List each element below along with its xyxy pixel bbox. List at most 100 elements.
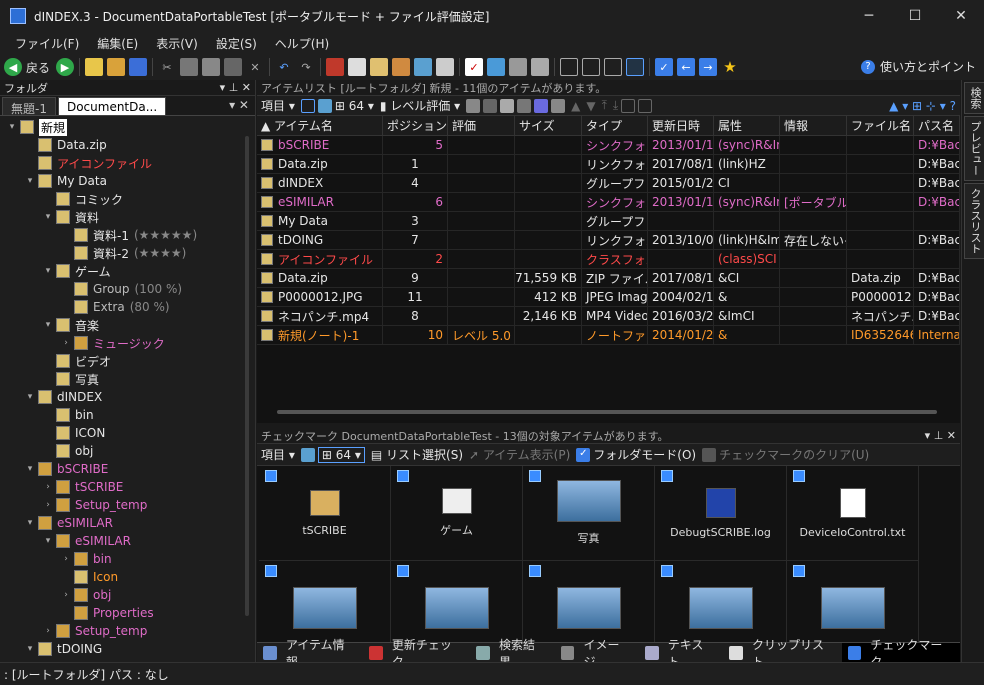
item-show-button[interactable]: ➚ アイテム表示(P) bbox=[469, 446, 570, 463]
tree-node[interactable]: › Setup_temp bbox=[0, 622, 255, 640]
prev-page-icon[interactable] bbox=[621, 98, 636, 113]
move-down-icon[interactable]: ▼ bbox=[586, 99, 595, 113]
move-top-icon[interactable]: ⤒ bbox=[602, 98, 607, 113]
note-icon[interactable] bbox=[348, 58, 367, 76]
tree-node[interactable]: 資料-2 (★★★★) bbox=[0, 244, 255, 262]
column-header[interactable]: ファイル名 bbox=[847, 116, 914, 135]
column-header[interactable]: タイプ bbox=[582, 116, 648, 135]
tree-node[interactable]: 資料-1 (★★★★★) bbox=[0, 226, 255, 244]
tree-node[interactable]: ICON bbox=[0, 424, 255, 442]
tree-node[interactable]: obj bbox=[0, 442, 255, 460]
next-page-icon[interactable] bbox=[638, 98, 653, 113]
tree-node[interactable]: Properties bbox=[0, 604, 255, 622]
tree-node[interactable]: Data.zip bbox=[0, 136, 255, 154]
tree-node[interactable]: 写真 bbox=[0, 370, 255, 388]
table-row[interactable]: eSIMILAR 6 シンクフォルダ 2013/01/13 (sync)R&Im [ポータ… bbox=[257, 193, 960, 212]
paste-icon[interactable] bbox=[202, 58, 221, 76]
settings-icon[interactable] bbox=[436, 58, 455, 76]
bookmark-icon[interactable] bbox=[326, 58, 345, 76]
forward-arrow-icon[interactable]: ▶ bbox=[56, 58, 75, 76]
tree-node[interactable]: › tSCRIBE bbox=[0, 478, 255, 496]
column-header[interactable]: 評価 bbox=[448, 116, 515, 135]
minimize-button[interactable]: ─ bbox=[846, 0, 892, 32]
back-arrow-icon[interactable]: ◀ bbox=[4, 58, 22, 76]
tree-node[interactable]: ▾ tDOING bbox=[0, 640, 255, 658]
expand-arrow-icon[interactable]: ▾ bbox=[42, 212, 54, 222]
tree-node[interactable]: アイコンファイル bbox=[0, 154, 255, 172]
expand-arrow-icon[interactable]: ▾ bbox=[42, 320, 54, 330]
menu-edit[interactable]: 編集(E) bbox=[88, 35, 147, 52]
tab-checkmark[interactable]: チェックマーク bbox=[841, 638, 960, 669]
save-icon[interactable] bbox=[129, 58, 148, 76]
list-icon[interactable] bbox=[370, 58, 389, 76]
maximize-button[interactable]: ☐ bbox=[892, 0, 938, 32]
view-3-icon[interactable] bbox=[604, 58, 623, 76]
star-icon[interactable]: ★ bbox=[721, 58, 739, 76]
column-header[interactable]: 情報 bbox=[780, 116, 847, 135]
expand-arrow-icon[interactable]: ▾ bbox=[24, 176, 36, 186]
check-image-icon[interactable] bbox=[300, 447, 315, 462]
image-view-icon[interactable] bbox=[317, 98, 332, 113]
check-item-menu[interactable]: 項目 ▾ bbox=[261, 446, 295, 463]
tree-node[interactable]: › bin bbox=[0, 550, 255, 568]
next-icon[interactable]: → bbox=[699, 58, 718, 76]
tree-node[interactable]: ▾ 新規 bbox=[0, 118, 255, 136]
column-header[interactable]: サイズ bbox=[515, 116, 582, 135]
tree-node[interactable]: ▾ 資料 bbox=[0, 208, 255, 226]
rename-icon[interactable] bbox=[224, 58, 243, 76]
table-row[interactable]: bSCRIBE 5 シンクフォルダ 2013/01/13 (sync)R&Im D:¥Ba… bbox=[257, 136, 960, 155]
prev-icon[interactable]: ← bbox=[677, 58, 696, 76]
delete-icon[interactable]: ✕ bbox=[246, 58, 264, 76]
tree-node[interactable]: ▾ eSIMILAR bbox=[0, 514, 255, 532]
expand-arrow-icon[interactable]: ▾ bbox=[24, 392, 36, 402]
help-link[interactable]: ? 使い方とポイント bbox=[860, 58, 976, 75]
list-hscrollbar[interactable] bbox=[277, 410, 937, 414]
filter-icon[interactable]: ▲ ▾ ⊞ ⊹ ▾ ? bbox=[889, 99, 956, 113]
expand-arrow-icon[interactable]: ▾ bbox=[6, 122, 18, 132]
columns-icon[interactable] bbox=[534, 98, 549, 113]
expand-arrow-icon[interactable]: ▾ bbox=[42, 266, 54, 276]
menu-settings[interactable]: 設定(S) bbox=[207, 35, 266, 52]
column-header[interactable]: パス名 bbox=[914, 116, 960, 135]
column-header[interactable]: 更新日時 bbox=[648, 116, 714, 135]
view-2-icon[interactable] bbox=[582, 58, 601, 76]
undo-icon[interactable]: ↶ bbox=[275, 58, 293, 76]
view-4-icon[interactable] bbox=[626, 58, 645, 76]
table-row[interactable]: Data.zip 1 リンクフォルダ 2017/08/11 (link)HZ D:¥Bac… bbox=[257, 155, 960, 174]
expand-arrow-icon[interactable]: › bbox=[60, 590, 72, 600]
item-menu[interactable]: 項目 ▾ bbox=[261, 97, 295, 114]
list-select-button[interactable]: ▤ リスト選択(S) bbox=[371, 446, 463, 463]
tree-node[interactable]: ▾ eSIMILAR bbox=[0, 532, 255, 550]
import-icon[interactable] bbox=[517, 98, 532, 113]
open-folder-icon[interactable] bbox=[107, 58, 126, 76]
tree-node[interactable]: › ミュージック bbox=[0, 334, 255, 352]
back-button[interactable]: 戻る bbox=[26, 59, 50, 76]
checkmark-controls[interactable]: ▾ ⊥ ✕ bbox=[925, 429, 956, 442]
table-row[interactable]: アイコンファイル 2 クラスフォルダ (class)SCI bbox=[257, 250, 960, 269]
layout-icon[interactable] bbox=[509, 58, 528, 76]
new-file-icon[interactable] bbox=[85, 58, 104, 76]
copy-icon[interactable] bbox=[180, 58, 199, 76]
move-bottom-icon[interactable]: ⤓ bbox=[613, 98, 618, 113]
view-1-icon[interactable] bbox=[560, 58, 579, 76]
menu-file[interactable]: ファイル(F) bbox=[6, 35, 88, 52]
tree-node[interactable]: Group (100 %) bbox=[0, 280, 255, 298]
tree-node[interactable]: ▾ 音楽 bbox=[0, 316, 255, 334]
table-row[interactable]: tDOING 7 リンクフォルダ 2013/10/09 (link)H&Im 存在しないイ… bbox=[257, 231, 960, 250]
copy-list-icon[interactable] bbox=[551, 98, 566, 113]
tree-node[interactable]: › Setup_temp bbox=[0, 496, 255, 514]
tab-search-side[interactable]: 検索 bbox=[964, 82, 984, 114]
check-size-select[interactable]: ⊞ 64 ▾ bbox=[317, 446, 365, 463]
play-icon[interactable] bbox=[483, 98, 498, 113]
expand-arrow-icon[interactable]: ▾ bbox=[42, 536, 54, 546]
tree-node[interactable]: ▾ My Data bbox=[0, 172, 255, 190]
thumbnail-item[interactable]: DeviceIoControl.txt bbox=[787, 466, 919, 561]
table-row[interactable]: P0000012.JPG 11 412 KB JPEG Image 2004/02/16… bbox=[257, 288, 960, 307]
tools-icon[interactable] bbox=[531, 58, 550, 76]
menu-view[interactable]: 表示(V) bbox=[147, 35, 207, 52]
tree-node[interactable]: ▾ ゲーム bbox=[0, 262, 255, 280]
tab-documentdata[interactable]: DocumentDa... bbox=[57, 97, 167, 115]
thumbnail-item[interactable]: tSCRIBE bbox=[259, 466, 391, 561]
check-icon[interactable]: ✓ bbox=[465, 58, 484, 76]
thumbnail-item[interactable]: ゲーム bbox=[391, 466, 523, 561]
